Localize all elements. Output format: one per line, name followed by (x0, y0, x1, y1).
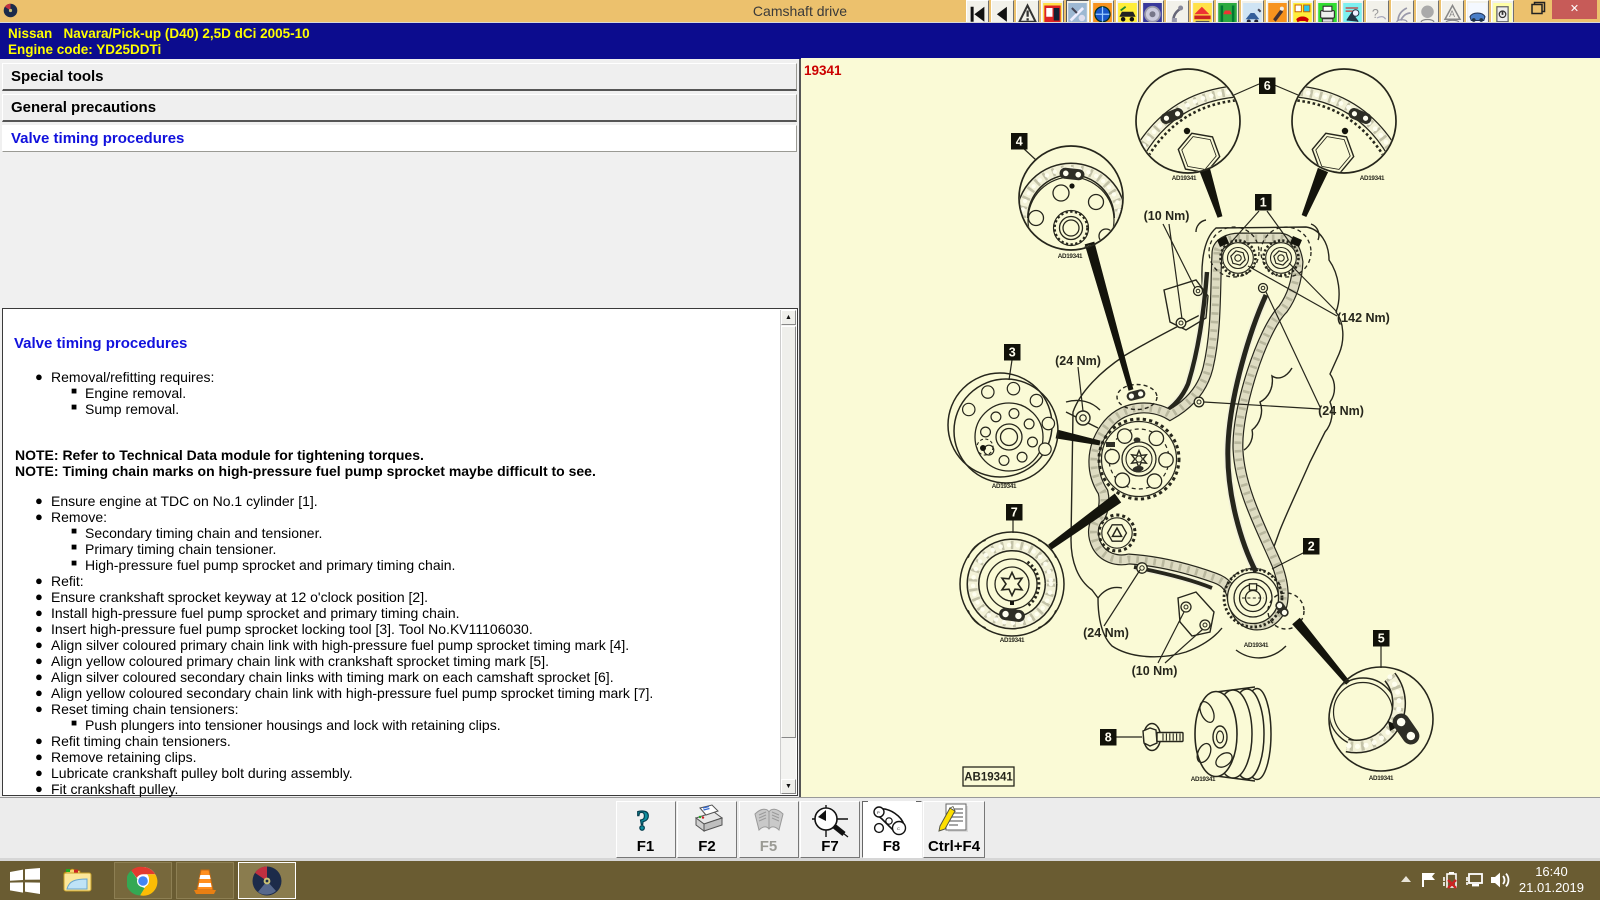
svg-text:AD19341: AD19341 (1369, 775, 1394, 782)
svg-text:7: 7 (1011, 506, 1018, 520)
svg-text:(10 Nm): (10 Nm) (1132, 664, 1178, 678)
svg-text:AD19341: AD19341 (992, 483, 1017, 490)
svg-text:8: 8 (1105, 731, 1112, 745)
svg-text:P: P (877, 810, 880, 815)
svg-text:(142 Nm): (142 Nm) (1337, 311, 1390, 325)
svg-text:4: 4 (1016, 135, 1023, 149)
svg-text:2: 2 (1308, 540, 1315, 554)
svg-text:AD19341: AD19341 (1191, 776, 1216, 783)
svg-text:A: A (1449, 9, 1455, 19)
svg-text:(24 Nm): (24 Nm) (1083, 626, 1129, 640)
svg-text:AD19341: AD19341 (1360, 175, 1385, 182)
svg-text:?: ? (636, 806, 650, 837)
svg-text:19341: 19341 (804, 63, 842, 78)
svg-text:AD19341: AD19341 (1058, 253, 1083, 260)
svg-text:C: C (897, 826, 900, 831)
svg-text:(24 Nm): (24 Nm) (1318, 404, 1364, 418)
svg-text:AD19341: AD19341 (1244, 642, 1269, 649)
svg-text:?: ? (1372, 7, 1379, 21)
svg-text:AB19341: AB19341 (964, 772, 1013, 784)
svg-text:5: 5 (1378, 632, 1385, 646)
svg-text:AD19341: AD19341 (1172, 175, 1197, 182)
svg-text:1: 1 (1260, 196, 1267, 210)
svg-text:(10 Nm): (10 Nm) (1144, 209, 1190, 223)
svg-text:6: 6 (1264, 79, 1271, 93)
svg-text:3: 3 (1009, 346, 1016, 360)
svg-text:(24 Nm): (24 Nm) (1055, 354, 1101, 368)
svg-text:AD19341: AD19341 (1000, 637, 1025, 644)
